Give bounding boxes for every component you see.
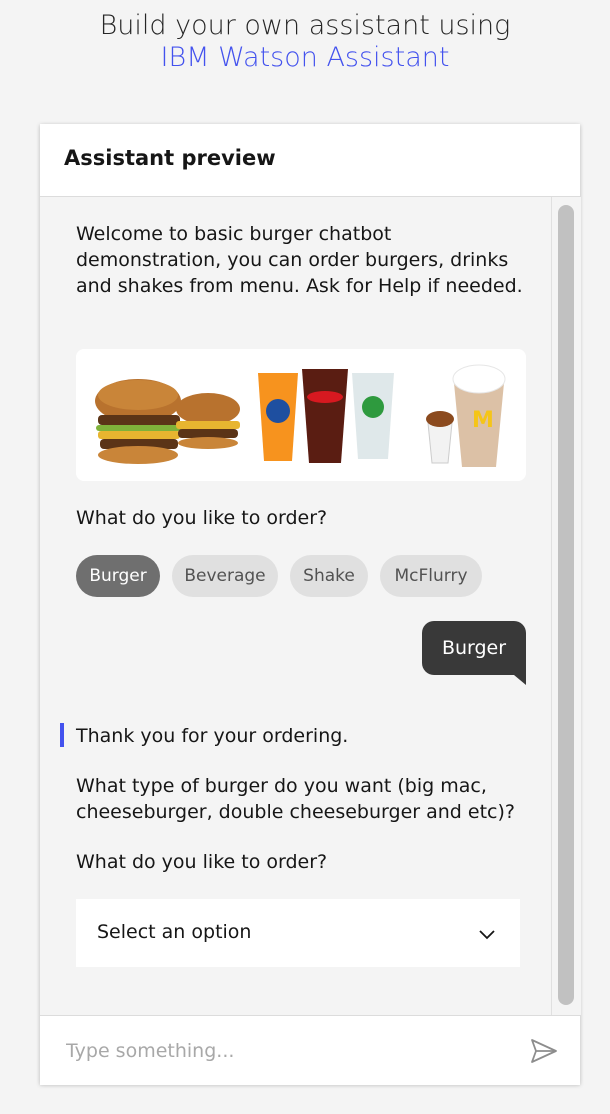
welcome-message: Welcome to basic burger chatbot demonstr…	[76, 223, 523, 297]
option-burger[interactable]: Burger	[76, 555, 160, 597]
drinks-image	[258, 369, 394, 463]
assistant-preview-panel: Assistant preview Welcome to basic burge…	[40, 124, 581, 1085]
shake-image: M	[426, 364, 506, 467]
option-shake[interactable]: Shake	[290, 555, 368, 597]
hero-title: Build your own assistant using	[99, 10, 511, 41]
response-accent-bar	[60, 723, 64, 747]
assistant-reply: Thank you for your ordering.	[76, 725, 349, 747]
hero-heading: Build your own assistant using IBM Watso…	[0, 10, 610, 74]
user-message-tail	[514, 675, 526, 685]
chevron-down-icon	[479, 930, 495, 940]
menu-food-image: M	[76, 349, 526, 481]
option-dropdown[interactable]: Select an option	[76, 899, 520, 967]
dropdown-value: Select an option	[97, 921, 252, 943]
scrollbar[interactable]	[551, 197, 581, 1015]
burger-image	[95, 379, 240, 464]
user-message: Burger	[422, 621, 526, 675]
page: Build your own assistant using IBM Watso…	[0, 0, 610, 1114]
burger-type-question: What type of burger do you want (big mac…	[76, 775, 515, 823]
chat-transcript[interactable]: Welcome to basic burger chatbot demonstr…	[40, 197, 551, 1015]
option-mcflurry[interactable]: McFlurry	[380, 555, 482, 597]
watson-assistant-link[interactable]: IBM Watson Assistant	[0, 42, 610, 74]
svg-text:M: M	[472, 408, 494, 433]
order-prompt: What do you like to order?	[76, 507, 328, 529]
order-prompt-second: What do you like to order?	[76, 851, 328, 873]
message-input[interactable]	[64, 1030, 518, 1072]
send-icon[interactable]	[529, 1036, 559, 1066]
panel-header: Assistant preview	[40, 124, 580, 197]
option-beverage[interactable]: Beverage	[172, 555, 278, 597]
message-composer	[40, 1015, 580, 1085]
panel-title: Assistant preview	[64, 146, 276, 170]
scrollbar-thumb[interactable]	[558, 205, 574, 1005]
